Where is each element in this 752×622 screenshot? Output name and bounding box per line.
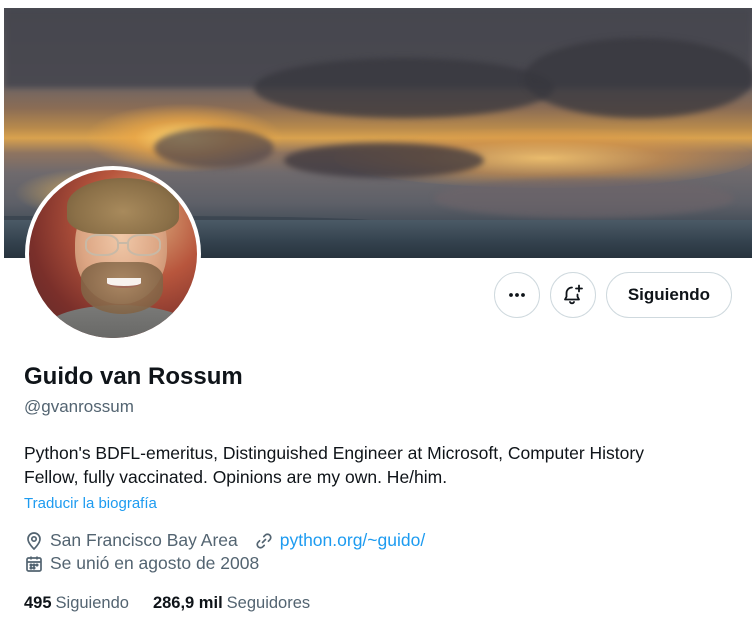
translate-bio-link[interactable]: Traducir la biografía xyxy=(24,495,157,512)
profile-avatar[interactable] xyxy=(25,166,201,342)
website-item: python.org/~guido/ xyxy=(254,530,425,551)
website-link[interactable]: python.org/~guido/ xyxy=(280,530,425,551)
location-pin-icon xyxy=(27,531,41,550)
profile-name: Guido van Rossum xyxy=(24,363,243,390)
bio-line-2: Fellow, fully vaccinated. Opinions are m… xyxy=(24,467,448,487)
more-button[interactable] xyxy=(493,272,540,318)
joined-item: Se unió en agosto de 2008 xyxy=(24,553,259,574)
followers-stat[interactable]: 286,9 mil Seguidores xyxy=(153,594,310,613)
followers-count: 286,9 mil xyxy=(152,594,223,612)
profile-handle: @gvanrossum xyxy=(24,397,134,416)
followers-label: Seguidores xyxy=(226,594,311,612)
following-count: 495 xyxy=(24,594,52,612)
profile-actions: Siguiendo xyxy=(493,272,732,318)
location-text: San Francisco Bay Area xyxy=(50,530,238,550)
joined-text: Se unió en agosto de 2008 xyxy=(50,553,260,573)
calendar-icon xyxy=(26,556,42,572)
profile-meta-row: San Francisco Bay Area python.org/~guido… xyxy=(24,530,441,551)
bell-plus-icon xyxy=(563,284,583,305)
location-item: San Francisco Bay Area xyxy=(24,530,238,551)
following-button[interactable]: Siguiendo xyxy=(605,272,732,318)
following-stat[interactable]: 495 Siguiendo xyxy=(24,594,129,613)
following-label: Siguiendo xyxy=(55,594,129,612)
profile-bio: Python's BDFL-emeritus, Distinguished En… xyxy=(24,441,724,489)
link-icon xyxy=(256,532,272,549)
profile-stats: 495 Siguiendo 286,9 mil Seguidores xyxy=(24,594,334,613)
notifications-button[interactable] xyxy=(549,272,596,318)
more-dots-icon xyxy=(508,293,525,297)
bio-line-1: Python's BDFL-emeritus, Distinguished En… xyxy=(24,443,644,463)
profile-join-row: Se unió en agosto de 2008 xyxy=(24,553,275,574)
